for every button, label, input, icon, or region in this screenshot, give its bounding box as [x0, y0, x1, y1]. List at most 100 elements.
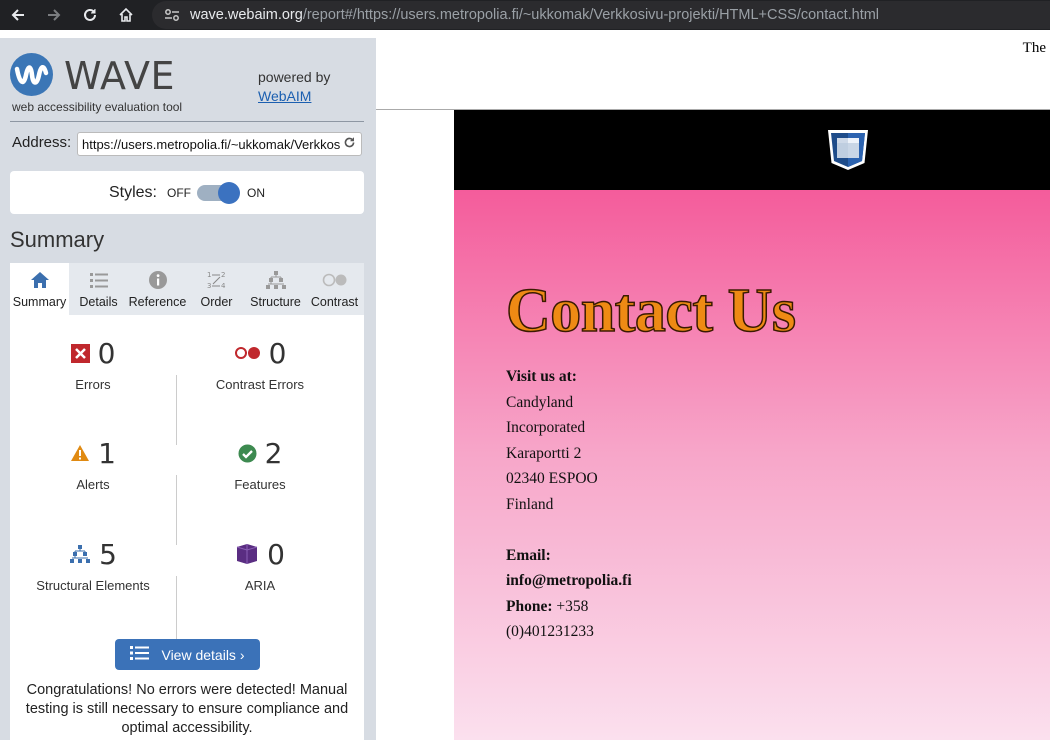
alert-icon [71, 445, 90, 461]
contrast-error-icon [234, 347, 260, 359]
refresh-icon[interactable] [340, 136, 358, 153]
info-icon [148, 269, 168, 291]
url-text: wave.webaim.org/report#/https://users.me… [190, 7, 879, 23]
address-line: Incorporated [506, 419, 586, 436]
site-body: Contact Us Visit us at: Candyland Incorp… [454, 190, 1050, 740]
email-label: Email: [506, 546, 551, 564]
error-icon [70, 343, 90, 363]
tab-label: Summary [12, 295, 67, 309]
tab-order[interactable]: 1 2 3 4 Order [187, 263, 246, 315]
email-value: info@metropolia.fi [506, 572, 632, 589]
svg-text:1: 1 [207, 271, 211, 279]
contrast-errors-stat[interactable]: 0 Contrast Errors [177, 335, 343, 393]
structural-label: Structural Elements [36, 578, 150, 593]
list-icon [130, 645, 150, 664]
errors-stat[interactable]: 0 Errors [10, 335, 176, 392]
styles-label: Styles: [108, 183, 157, 201]
home-button[interactable] [108, 0, 144, 30]
summary-panel: 0 Errors 0 Contrast Errors 1 Alerts 2 Fe… [10, 315, 364, 740]
site-header [454, 110, 1050, 190]
home-icon [30, 269, 50, 291]
tab-label: Order [200, 295, 233, 309]
address-input[interactable] [82, 136, 340, 152]
phone-label: Phone: [506, 597, 553, 615]
address-line: 02340 ESPOO [506, 470, 598, 487]
webaim-link[interactable]: WebAIM [258, 87, 330, 106]
styles-off-label: OFF [167, 185, 191, 200]
page-preview: The Contact Us Visit us at: Candyland In… [376, 38, 1050, 740]
alerts-stat[interactable]: 1 Alerts [10, 435, 176, 492]
address-label: Address: [12, 134, 72, 151]
address-bar[interactable]: wave.webaim.org/report#/https://users.me… [152, 1, 1050, 29]
address-field [77, 132, 362, 156]
contrast-icon [322, 269, 348, 291]
address-line: Finland [506, 495, 554, 513]
tab-label: Contrast [310, 295, 359, 309]
list-icon [89, 269, 109, 291]
order-icon: 1 2 3 4 [206, 269, 228, 291]
structure-icon [70, 545, 91, 563]
address-line: Karaportti 2 [506, 444, 582, 462]
tab-label: Reference [128, 295, 187, 309]
visit-label: Visit us at: [506, 368, 577, 385]
wave-subtitle: web accessibility evaluation tool [12, 100, 183, 114]
phone-value: +358 [556, 597, 589, 615]
wave-sidebar: WAVE web accessibility evaluation tool p… [0, 38, 376, 740]
errors-count: 0 [97, 336, 116, 370]
alerts-label: Alerts [76, 477, 110, 492]
tab-label: Details [79, 295, 118, 309]
aria-count: 0 [267, 537, 285, 571]
browser-toolbar: wave.webaim.org/report#/https://users.me… [0, 0, 1050, 30]
tab-contrast[interactable]: Contrast [305, 263, 364, 315]
powered-by: powered by WebAIM [258, 68, 330, 106]
forward-arrow-icon [48, 9, 61, 21]
structural-stat[interactable]: 5 Structural Elements [10, 536, 176, 594]
svg-text:3: 3 [207, 282, 211, 290]
svg-text:2: 2 [221, 271, 225, 279]
toggle-knob [218, 181, 240, 204]
aria-stat[interactable]: 0 ARIA [177, 536, 343, 593]
errors-label: Errors [75, 377, 111, 392]
powered-by-text: powered by [258, 69, 331, 85]
back-button[interactable] [0, 0, 36, 30]
alerts-count: 1 [98, 436, 116, 470]
styles-toggle-panel: Styles: OFF ON [10, 171, 364, 214]
back-arrow-icon [11, 9, 24, 21]
home-icon [119, 7, 133, 22]
site-settings-icon[interactable] [164, 7, 180, 23]
structure-icon [265, 269, 287, 291]
url-host: wave.webaim.org [190, 7, 303, 23]
tab-details[interactable]: Details [69, 263, 128, 315]
address-line: Candyland [506, 393, 574, 411]
aria-label: ARIA [244, 578, 276, 593]
page-title: Contact Us [505, 276, 796, 346]
page-top-text: The [1022, 40, 1046, 56]
styles-toggle[interactable] [197, 181, 240, 204]
divider [10, 121, 364, 122]
view-details-label: View details › [161, 646, 245, 663]
forward-button[interactable] [36, 0, 72, 30]
view-details-button[interactable]: View details › [115, 639, 260, 670]
features-count: 2 [264, 436, 283, 470]
aria-cube-icon [236, 544, 258, 564]
contrast-errors-count: 0 [268, 336, 287, 370]
reload-icon [84, 8, 96, 21]
wave-logo-text: WAVE [64, 54, 176, 98]
phone-value-cont: (0)401231233 [506, 623, 594, 640]
tab-summary[interactable]: Summary [10, 263, 69, 315]
wave-logo-icon [10, 53, 53, 96]
reload-button[interactable] [72, 0, 108, 30]
features-label: Features [234, 477, 286, 492]
css-shield-icon [828, 130, 868, 170]
tab-reference[interactable]: Reference [128, 263, 187, 315]
features-stat[interactable]: 2 Features [177, 435, 343, 493]
svg-text:4: 4 [221, 282, 226, 290]
contrast-errors-label: Contrast Errors [215, 377, 305, 392]
feature-check-icon [238, 444, 257, 462]
structural-count: 5 [99, 537, 117, 571]
congrats-message: Congratulations! No errors were detected… [25, 682, 349, 736]
tab-structure[interactable]: Structure [246, 263, 305, 315]
styles-on-label: ON [247, 185, 265, 200]
contact-info: Visit us at: Candyland Incorporated Kara… [506, 364, 632, 645]
wave-tabs: Summary Details Reference 1 2 3 4 Order Str… [10, 263, 364, 315]
